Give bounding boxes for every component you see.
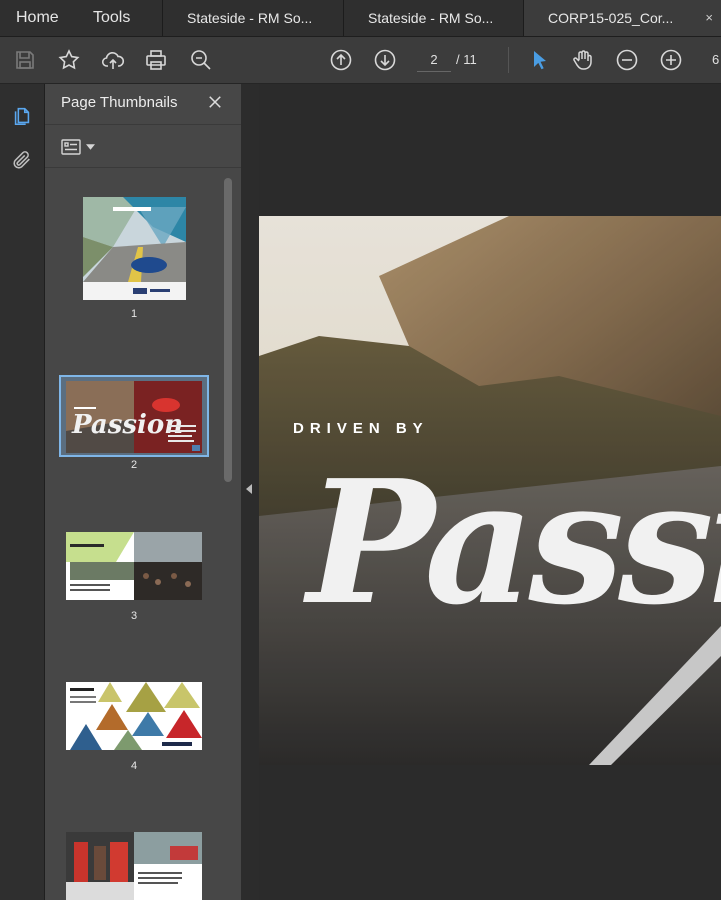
- page-thumbnails-icon[interactable]: [10, 104, 34, 128]
- panel-splitter[interactable]: [241, 84, 259, 900]
- save-icon[interactable]: [10, 45, 40, 75]
- toolbar: 2 / 11 6: [0, 37, 721, 84]
- tab-document-2[interactable]: Stateside - RM So...: [343, 0, 523, 36]
- tab-label: Stateside - RM So...: [368, 10, 494, 26]
- page-thumbnails-panel: Page Thumbnails 1 Passion 2 3 4: [45, 84, 241, 900]
- thumbnail-5-image: [66, 832, 202, 900]
- tab-label: Stateside - RM So...: [187, 10, 313, 26]
- page-thumbnail-5[interactable]: [66, 832, 202, 900]
- navigation-rail: [0, 84, 45, 900]
- nav-tools[interactable]: Tools: [93, 9, 130, 27]
- thumbnail-page-number: 1: [130, 308, 138, 320]
- select-cursor-icon[interactable]: [525, 45, 555, 75]
- page-headline-text: Passion: [307, 443, 721, 643]
- tab-bar: Home Tools Stateside - RM So... Statesid…: [0, 0, 721, 37]
- page-thumbnail-4[interactable]: [66, 682, 202, 750]
- page-thumbnail-2[interactable]: Passion: [66, 381, 202, 453]
- thumbnail-1-image: [83, 197, 186, 300]
- zoom-out-search-icon[interactable]: [186, 45, 216, 75]
- thumbnail-4-image: [66, 682, 202, 750]
- thumbnail-options-button[interactable]: [61, 136, 101, 158]
- panel-divider: [45, 124, 241, 125]
- thumbnail-page-number: 4: [130, 760, 138, 772]
- tab-document-1[interactable]: Stateside - RM So...: [162, 0, 343, 36]
- thumbnails-scrollbar-thumb[interactable]: [224, 178, 232, 482]
- document-view[interactable]: DRIVEN BY Passion: [259, 84, 721, 900]
- svg-text:Passion: Passion: [71, 410, 183, 440]
- cloud-upload-icon[interactable]: [98, 45, 128, 75]
- thumbnail-page-number: 2: [130, 459, 138, 471]
- next-page-icon[interactable]: [370, 45, 400, 75]
- document-page: DRIVEN BY Passion: [259, 216, 721, 765]
- toolbar-separator: [508, 47, 509, 73]
- hand-tool-icon[interactable]: [568, 45, 598, 75]
- close-tab-icon[interactable]: ×: [705, 0, 713, 36]
- list-options-icon: [61, 139, 81, 155]
- tab-document-3[interactable]: CORP15-025_Cor... ×: [523, 0, 721, 36]
- tab-label: CORP15-025_Cor...: [548, 10, 674, 26]
- page-thumbnail-3[interactable]: [66, 532, 202, 600]
- collapse-panel-arrow-icon[interactable]: [246, 484, 252, 494]
- zoom-out-icon[interactable]: [612, 45, 642, 75]
- zoom-in-icon[interactable]: [656, 45, 686, 75]
- close-panel-icon[interactable]: [203, 90, 227, 114]
- thumbnail-3-image: [66, 532, 202, 600]
- attachments-paperclip-icon[interactable]: [10, 148, 34, 172]
- page-kicker-text: DRIVEN BY: [293, 420, 429, 437]
- previous-page-icon[interactable]: [326, 45, 356, 75]
- panel-divider: [45, 167, 241, 168]
- bookmark-star-icon[interactable]: [54, 45, 84, 75]
- panel-title: Page Thumbnails: [61, 94, 178, 111]
- current-page-input[interactable]: 2: [417, 49, 451, 72]
- chevron-down-icon: [86, 144, 95, 150]
- nav-home[interactable]: Home: [16, 9, 59, 27]
- print-icon[interactable]: [141, 45, 171, 75]
- total-pages-label: / 11: [456, 52, 477, 67]
- page-thumbnail-1[interactable]: [83, 197, 186, 300]
- thumbnail-page-number: 3: [130, 610, 138, 622]
- zoom-level-field[interactable]: 6: [712, 49, 719, 71]
- thumbnail-2-image: Passion: [66, 381, 202, 453]
